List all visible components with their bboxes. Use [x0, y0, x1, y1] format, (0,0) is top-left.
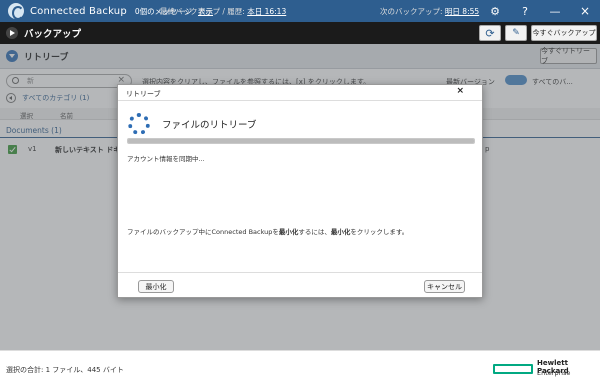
title-bar: Connected Backup 0個のメッセージ 表示 ⚙ ? — × — [0, 0, 600, 22]
backup-now-button[interactable]: 今すぐバックアップ — [531, 25, 597, 41]
wrench-icon: ✎ — [512, 28, 520, 38]
last-backup: 最終バックアップ / 履歴: 本日 16:13 — [160, 7, 287, 16]
status-bar: 選択の合計: 1 ファイル、445 バイト Hewlett Packard En… — [0, 350, 600, 383]
refresh-button[interactable]: ⟳ — [479, 25, 501, 41]
cancel-button[interactable]: キャンセル — [424, 280, 465, 293]
play-icon[interactable] — [6, 27, 18, 39]
dialog-title: リトリーブ — [126, 90, 161, 98]
gear-icon[interactable]: ⚙ — [480, 0, 510, 22]
minimize-info: ファイルのバックアップ中にConnected Backupを最小化するには、最小… — [127, 228, 409, 236]
dialog-header: リトリーブ × — [118, 85, 482, 101]
settings-button[interactable]: ✎ — [505, 25, 527, 41]
progress-fill — [128, 139, 474, 143]
next-backup-link[interactable]: 明日 8:55 — [445, 7, 479, 16]
minimize-button[interactable]: 最小化 — [138, 280, 174, 293]
close-icon[interactable]: × — [570, 0, 600, 22]
brand-subname: Enterprise — [537, 369, 571, 377]
backup-title: バックアップ — [24, 29, 82, 40]
loading-spinner-icon — [128, 113, 150, 135]
next-backup: 次のバックアップ: 明日 8:55 — [380, 7, 480, 16]
sync-status: アカウント情報を同期中... — [127, 155, 205, 163]
last-backup-link[interactable]: 本日 16:13 — [247, 7, 286, 16]
selection-total: 選択の合計: 1 ファイル、445 バイト — [6, 366, 124, 374]
app-logo-icon — [8, 3, 24, 20]
refresh-icon: ⟳ — [485, 26, 495, 40]
dialog-heading: ファイルのリトリーブ — [162, 120, 257, 131]
app-title: Connected Backup — [30, 5, 127, 17]
dialog-footer-divider — [118, 272, 482, 273]
help-icon[interactable]: ? — [510, 0, 540, 22]
close-icon[interactable]: × — [456, 86, 464, 96]
retrieve-dialog: リトリーブ × ファイルのリトリーブ アカウント情報を同期中... ファイルのバ… — [117, 84, 483, 298]
progress-bar — [127, 138, 475, 144]
hpe-logo-icon — [493, 364, 533, 374]
minimize-icon[interactable]: — — [540, 0, 570, 22]
